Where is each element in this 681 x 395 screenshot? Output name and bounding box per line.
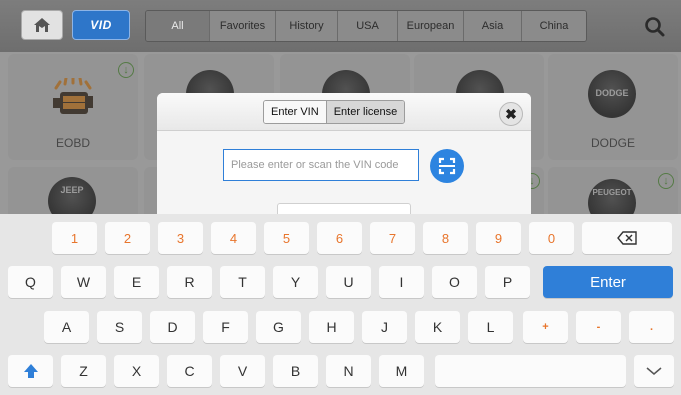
key-period[interactable]: . bbox=[629, 311, 674, 343]
tab-european[interactable]: European bbox=[398, 11, 464, 41]
key-t[interactable]: T bbox=[220, 266, 265, 298]
key-1[interactable]: 1 bbox=[52, 222, 97, 254]
close-icon: ✖ bbox=[505, 105, 517, 122]
scan-icon bbox=[438, 157, 456, 175]
key-w[interactable]: W bbox=[61, 266, 106, 298]
key-s[interactable]: S bbox=[97, 311, 142, 343]
vid-label: VID bbox=[90, 18, 112, 32]
enter-key[interactable]: Enter bbox=[543, 266, 673, 298]
tab-china[interactable]: China bbox=[522, 11, 586, 41]
key-f[interactable]: F bbox=[203, 311, 248, 343]
key-l[interactable]: L bbox=[468, 311, 513, 343]
key-4[interactable]: 4 bbox=[211, 222, 256, 254]
key-6[interactable]: 6 bbox=[317, 222, 362, 254]
search-icon bbox=[645, 17, 665, 37]
top-bar: VID All Favorites History USA European A… bbox=[0, 0, 681, 52]
tab-favorites[interactable]: Favorites bbox=[210, 11, 276, 41]
dialog-header: Enter VIN Enter license ✖ bbox=[157, 93, 531, 131]
tab-enter-vin[interactable]: Enter VIN bbox=[264, 101, 327, 123]
tab-asia[interactable]: Asia bbox=[464, 11, 522, 41]
key-k[interactable]: K bbox=[415, 311, 460, 343]
backspace-icon bbox=[617, 231, 637, 245]
key-o[interactable]: O bbox=[432, 266, 477, 298]
key-a[interactable]: A bbox=[44, 311, 89, 343]
tab-enter-license[interactable]: Enter license bbox=[326, 101, 405, 123]
key-i[interactable]: I bbox=[379, 266, 424, 298]
key-b[interactable]: B bbox=[273, 355, 318, 387]
key-j[interactable]: J bbox=[362, 311, 407, 343]
key-0[interactable]: 0 bbox=[529, 222, 574, 254]
key-p[interactable]: P bbox=[485, 266, 530, 298]
shift-key[interactable] bbox=[8, 355, 53, 387]
shift-icon bbox=[23, 364, 38, 378]
key-g[interactable]: G bbox=[256, 311, 301, 343]
key-n[interactable]: N bbox=[326, 355, 371, 387]
key-u[interactable]: U bbox=[326, 266, 371, 298]
tab-usa[interactable]: USA bbox=[338, 11, 398, 41]
key-e[interactable]: E bbox=[114, 266, 159, 298]
key-z[interactable]: Z bbox=[61, 355, 106, 387]
key-r[interactable]: R bbox=[167, 266, 212, 298]
key-3[interactable]: 3 bbox=[158, 222, 203, 254]
vid-button[interactable]: VID bbox=[72, 10, 130, 40]
key-y[interactable]: Y bbox=[273, 266, 318, 298]
key-d[interactable]: D bbox=[150, 311, 195, 343]
key-q[interactable]: Q bbox=[8, 266, 53, 298]
key-7[interactable]: 7 bbox=[370, 222, 415, 254]
search-button[interactable] bbox=[640, 12, 670, 42]
backspace-key[interactable] bbox=[582, 222, 672, 254]
hide-keyboard-key[interactable] bbox=[634, 355, 674, 387]
scan-button[interactable] bbox=[430, 149, 464, 183]
on-screen-keyboard: 1 2 3 4 5 6 7 8 9 0 Q W E R T Y U I O P … bbox=[0, 214, 681, 395]
dialog-tabs: Enter VIN Enter license bbox=[263, 100, 406, 124]
tab-history[interactable]: History bbox=[276, 11, 338, 41]
home-icon bbox=[34, 18, 50, 32]
key-minus[interactable]: - bbox=[576, 311, 621, 343]
key-9[interactable]: 9 bbox=[476, 222, 521, 254]
vin-dialog: Enter VIN Enter license ✖ bbox=[157, 93, 531, 215]
vin-input[interactable] bbox=[223, 149, 419, 181]
category-tabs: All Favorites History USA European Asia … bbox=[145, 10, 587, 42]
tab-all[interactable]: All bbox=[146, 11, 210, 41]
key-c[interactable]: C bbox=[167, 355, 212, 387]
close-button[interactable]: ✖ bbox=[499, 102, 523, 126]
key-5[interactable]: 5 bbox=[264, 222, 309, 254]
space-key[interactable] bbox=[435, 355, 626, 387]
chevron-down-icon bbox=[646, 367, 662, 375]
key-8[interactable]: 8 bbox=[423, 222, 468, 254]
home-button[interactable] bbox=[21, 10, 63, 40]
key-v[interactable]: V bbox=[220, 355, 265, 387]
key-h[interactable]: H bbox=[309, 311, 354, 343]
key-m[interactable]: M bbox=[379, 355, 424, 387]
key-plus[interactable]: + bbox=[523, 311, 568, 343]
key-2[interactable]: 2 bbox=[105, 222, 150, 254]
key-x[interactable]: X bbox=[114, 355, 159, 387]
